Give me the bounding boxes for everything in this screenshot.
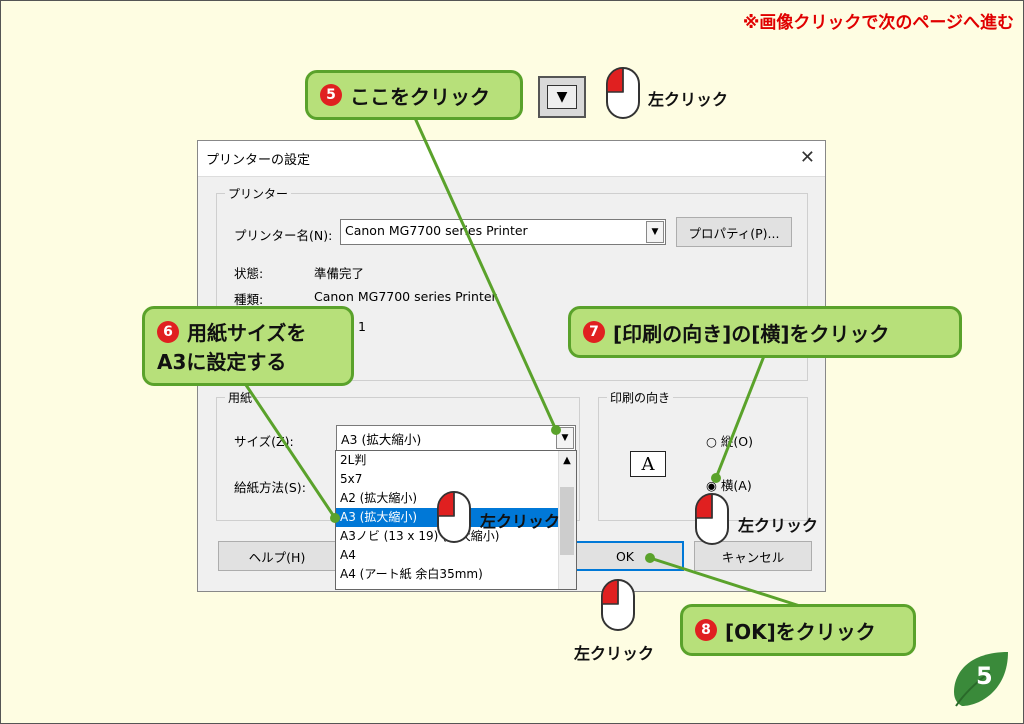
page-orientation-icon: A [630,451,666,477]
partial-value: 1 [358,319,366,334]
dialog-title: プリンターの設定 [206,153,311,168]
help-button[interactable]: ヘルプ(H) [218,541,336,571]
mouse-left-click-icon [601,579,635,631]
chevron-down-icon[interactable]: ▼ [646,221,664,243]
dropdown-arrow-sample: ▼ [538,76,586,118]
step6-text2: A3に設定する [157,350,287,374]
status-value: 準備完了 [314,266,365,281]
chevron-down-icon: ▼ [547,85,577,109]
paper-group-label: 用紙 [225,389,256,406]
properties-button[interactable]: プロパティ(P)... [676,217,792,247]
orientation-group-label: 印刷の向き [607,389,674,406]
printer-name-value: Canon MG7700 series Printer [345,223,528,238]
step5-text: ここをクリック [350,84,490,109]
mouse-left-click-icon [606,67,640,119]
ok-button[interactable]: OK [566,541,684,571]
list-item[interactable]: 5x7 [336,470,576,489]
step7-callout: 7 [印刷の向き]の[横]をクリック [568,306,962,358]
left-click-label-1: 左クリック [648,90,729,109]
printer-group-label: プリンター [225,185,292,202]
list-item[interactable]: A4 [336,546,576,565]
step7-number: 7 [583,321,605,343]
step5-callout: 5 ここをクリック [305,70,523,120]
paper-size-value: A3 (拡大縮小) [341,432,422,447]
step6-number: 6 [157,320,179,343]
page-number: 5 [976,662,993,690]
portrait-radio[interactable]: ○ 縦(O) [706,431,753,450]
status-label: 状態: [234,266,264,281]
mouse-left-click-icon [695,493,729,545]
landscape-label: 横(A) [720,478,752,493]
next-page-hint[interactable]: ※画像クリックで次のページへ進む [743,8,1014,33]
list-item[interactable]: A4 (アート紙 余白35mm) [336,565,576,584]
step7-text: [印刷の向き]の[横]をクリック [613,321,890,346]
size-label: サイズ(Z): [234,434,294,449]
step6-text1: 用紙サイズを [187,321,307,345]
paper-size-select[interactable]: A3 (拡大縮小) ▼ [336,425,576,451]
close-icon[interactable]: ✕ [800,147,815,168]
step8-text: [OK]をクリック [725,619,876,644]
source-label: 給紙方法(S): [234,480,306,495]
step5-number: 5 [320,84,342,106]
step8-number: 8 [695,619,717,641]
printer-name-label: プリンター名(N): [234,228,333,243]
left-click-label-2: 左クリック [480,512,561,531]
printer-name-select[interactable]: Canon MG7700 series Printer ▼ [340,219,666,245]
portrait-label: 縦(O) [720,434,753,449]
list-item[interactable]: 2L判 [336,451,576,470]
mouse-left-click-icon [437,491,471,543]
dialog-titlebar: プリンターの設定 ✕ [198,141,825,177]
type-value: Canon MG7700 series Printer [314,289,497,304]
scroll-thumb[interactable] [560,487,574,555]
chevron-down-icon[interactable]: ▼ [556,427,574,449]
left-click-label-4: 左クリック [574,644,655,663]
step6-callout: 6 用紙サイズを A3に設定する [142,306,354,386]
left-click-label-3: 左クリック [738,516,819,535]
scroll-up-icon[interactable]: ▲ [560,455,574,469]
step8-callout: 8 [OK]をクリック [680,604,916,656]
